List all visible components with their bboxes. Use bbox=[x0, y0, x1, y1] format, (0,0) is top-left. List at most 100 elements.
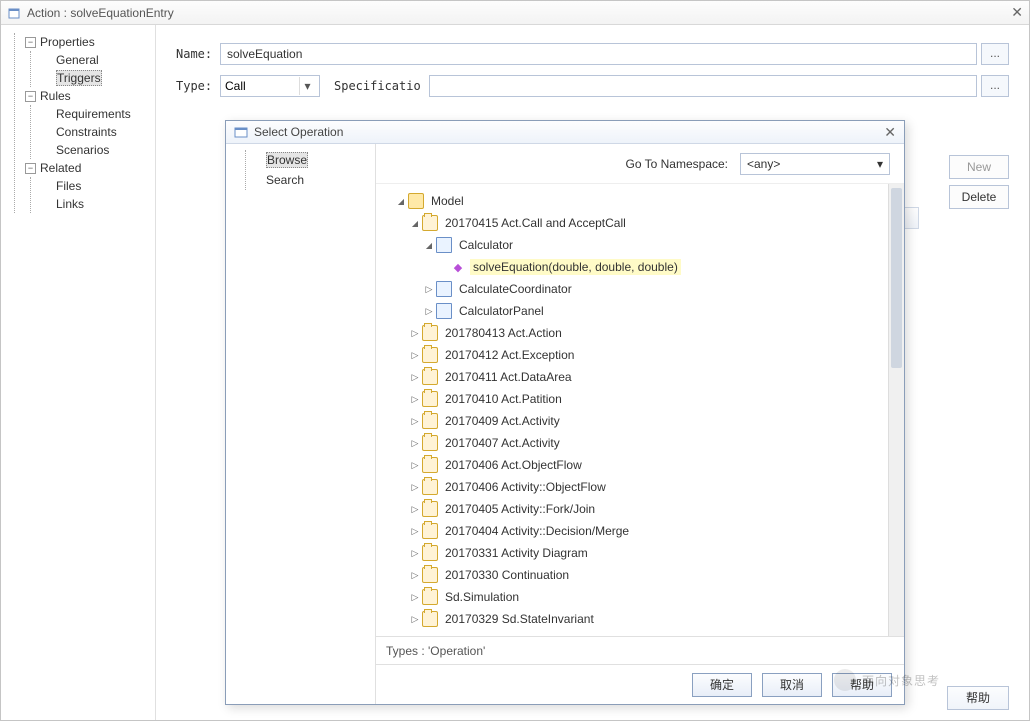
type-combo[interactable]: Call ▾ bbox=[220, 75, 320, 97]
class-icon bbox=[436, 281, 452, 297]
package-icon bbox=[422, 435, 438, 451]
tree-label: 20170405 Activity::Fork/Join bbox=[442, 501, 598, 517]
package-icon bbox=[422, 479, 438, 495]
tree-node[interactable]: 201780413 Act.Action bbox=[380, 322, 900, 344]
dialog-left-tabs: Browse Search bbox=[226, 144, 376, 704]
delete-button[interactable]: Delete bbox=[949, 185, 1009, 209]
operation-icon: ◆ bbox=[450, 259, 466, 275]
tree-node[interactable]: 20170405 Activity::Fork/Join bbox=[380, 498, 900, 520]
tree-label: 20170412 Act.Exception bbox=[442, 347, 577, 363]
tree-label: CalculatorPanel bbox=[456, 303, 547, 319]
dialog-close-icon[interactable]: ✕ bbox=[884, 124, 896, 141]
package-icon bbox=[422, 391, 438, 407]
expand-arrow-icon[interactable] bbox=[408, 218, 422, 229]
expand-arrow-icon[interactable] bbox=[422, 306, 436, 317]
tree-node[interactable]: 20170406 Activity::ObjectFlow bbox=[380, 476, 900, 498]
operation-tree[interactable]: Model20170415 Act.Call and AcceptCallCal… bbox=[376, 184, 904, 636]
tree-node[interactable]: CalculatorPanel bbox=[380, 300, 900, 322]
tab-browse[interactable]: Browse bbox=[252, 150, 365, 170]
folder-icon bbox=[408, 193, 424, 209]
tab-search[interactable]: Search bbox=[252, 170, 365, 190]
expand-arrow-icon[interactable] bbox=[422, 240, 436, 251]
tree-label: 20170410 Act.Patition bbox=[442, 391, 565, 407]
expand-arrow-icon[interactable] bbox=[408, 526, 422, 537]
outer-help-button[interactable]: 帮助 bbox=[947, 686, 1009, 710]
tree-node[interactable]: Calculator bbox=[380, 234, 900, 256]
expand-arrow-icon[interactable] bbox=[394, 196, 408, 207]
tree-node[interactable]: 20170406 Act.ObjectFlow bbox=[380, 454, 900, 476]
expand-arrow-icon[interactable] bbox=[408, 438, 422, 449]
tree-label: solveEquation(double, double, double) bbox=[470, 259, 681, 275]
package-icon bbox=[422, 611, 438, 627]
tree-requirements[interactable]: Requirements bbox=[37, 105, 151, 123]
new-button[interactable]: New bbox=[949, 155, 1009, 179]
package-icon bbox=[422, 589, 438, 605]
dialog-icon bbox=[234, 125, 248, 139]
name-browse-button[interactable]: ... bbox=[981, 43, 1009, 65]
window-icon bbox=[7, 6, 21, 20]
tree-node[interactable]: 20170409 Act.Activity bbox=[380, 410, 900, 432]
dialog-help-button[interactable]: 帮助 bbox=[832, 673, 892, 697]
window-title: Action : solveEquationEntry bbox=[27, 6, 174, 20]
tree-node[interactable]: 20170331 Activity Diagram bbox=[380, 542, 900, 564]
expand-arrow-icon[interactable] bbox=[422, 284, 436, 295]
window-titlebar[interactable]: Action : solveEquationEntry ✕ bbox=[1, 1, 1029, 25]
class-icon bbox=[436, 303, 452, 319]
dialog-titlebar[interactable]: Select Operation ✕ bbox=[226, 121, 904, 144]
tree-label: 20170404 Activity::Decision/Merge bbox=[442, 523, 632, 539]
tree-node[interactable]: 20170329 Sd.StateInvariant bbox=[380, 608, 900, 630]
namespace-combo[interactable]: <any> ▾ bbox=[740, 153, 890, 175]
tree-node[interactable]: Model bbox=[380, 190, 900, 212]
tree-label: 20170329 Sd.StateInvariant bbox=[442, 611, 597, 627]
name-input[interactable] bbox=[220, 43, 977, 65]
tree-node[interactable]: 20170410 Act.Patition bbox=[380, 388, 900, 410]
type-label: Type: bbox=[176, 79, 220, 93]
tree-node[interactable]: 20170330 Continuation bbox=[380, 564, 900, 586]
expand-arrow-icon[interactable] bbox=[408, 394, 422, 405]
tree-label: 20170411 Act.DataArea bbox=[442, 369, 575, 385]
tree-general[interactable]: General bbox=[37, 51, 151, 69]
expand-arrow-icon[interactable] bbox=[408, 372, 422, 383]
tree-links[interactable]: Links bbox=[37, 195, 151, 213]
tree-node[interactable]: 20170404 Activity::Decision/Merge bbox=[380, 520, 900, 542]
tree-scrollbar[interactable] bbox=[888, 184, 904, 636]
tree-node[interactable]: Sd.Simulation bbox=[380, 586, 900, 608]
package-icon bbox=[422, 413, 438, 429]
expand-arrow-icon[interactable] bbox=[408, 328, 422, 339]
tree-node[interactable]: 20170412 Act.Exception bbox=[380, 344, 900, 366]
tree-node[interactable]: 20170407 Act.Activity bbox=[380, 432, 900, 454]
tree-label: 20170406 Act.ObjectFlow bbox=[442, 457, 585, 473]
expand-arrow-icon[interactable] bbox=[408, 548, 422, 559]
tree-constraints[interactable]: Constraints bbox=[37, 123, 151, 141]
dialog-title: Select Operation bbox=[254, 125, 343, 139]
tree-node[interactable]: ◆solveEquation(double, double, double) bbox=[380, 256, 900, 278]
expand-arrow-icon[interactable] bbox=[408, 592, 422, 603]
tree-rules[interactable]: −Rules bbox=[21, 87, 151, 105]
specification-browse-button[interactable]: ... bbox=[981, 75, 1009, 97]
expand-arrow-icon[interactable] bbox=[408, 482, 422, 493]
specification-label: Specificatio bbox=[334, 79, 421, 93]
expand-arrow-icon[interactable] bbox=[408, 460, 422, 471]
expand-arrow-icon[interactable] bbox=[408, 416, 422, 427]
cancel-button[interactable]: 取消 bbox=[762, 673, 822, 697]
tree-node[interactable]: 20170411 Act.DataArea bbox=[380, 366, 900, 388]
tree-properties[interactable]: −Properties bbox=[21, 33, 151, 51]
close-icon[interactable]: ✕ bbox=[1011, 4, 1023, 21]
expand-arrow-icon[interactable] bbox=[408, 614, 422, 625]
ok-button[interactable]: 确定 bbox=[692, 673, 752, 697]
tree-label: 20170409 Act.Activity bbox=[442, 413, 563, 429]
specification-input[interactable] bbox=[429, 75, 977, 97]
chevron-down-icon: ▾ bbox=[877, 157, 883, 171]
tree-scenarios[interactable]: Scenarios bbox=[37, 141, 151, 159]
expand-arrow-icon[interactable] bbox=[408, 504, 422, 515]
tree-related[interactable]: −Related bbox=[21, 159, 151, 177]
tree-node[interactable]: CalculateCoordinator bbox=[380, 278, 900, 300]
expand-arrow-icon[interactable] bbox=[408, 570, 422, 581]
namespace-label: Go To Namespace: bbox=[626, 157, 729, 171]
tree-triggers[interactable]: Triggers bbox=[37, 69, 151, 87]
package-icon bbox=[422, 215, 438, 231]
tree-files[interactable]: Files bbox=[37, 177, 151, 195]
tree-node[interactable]: 20170415 Act.Call and AcceptCall bbox=[380, 212, 900, 234]
expand-arrow-icon[interactable] bbox=[408, 350, 422, 361]
dialog-status: Types : 'Operation' bbox=[376, 636, 904, 664]
